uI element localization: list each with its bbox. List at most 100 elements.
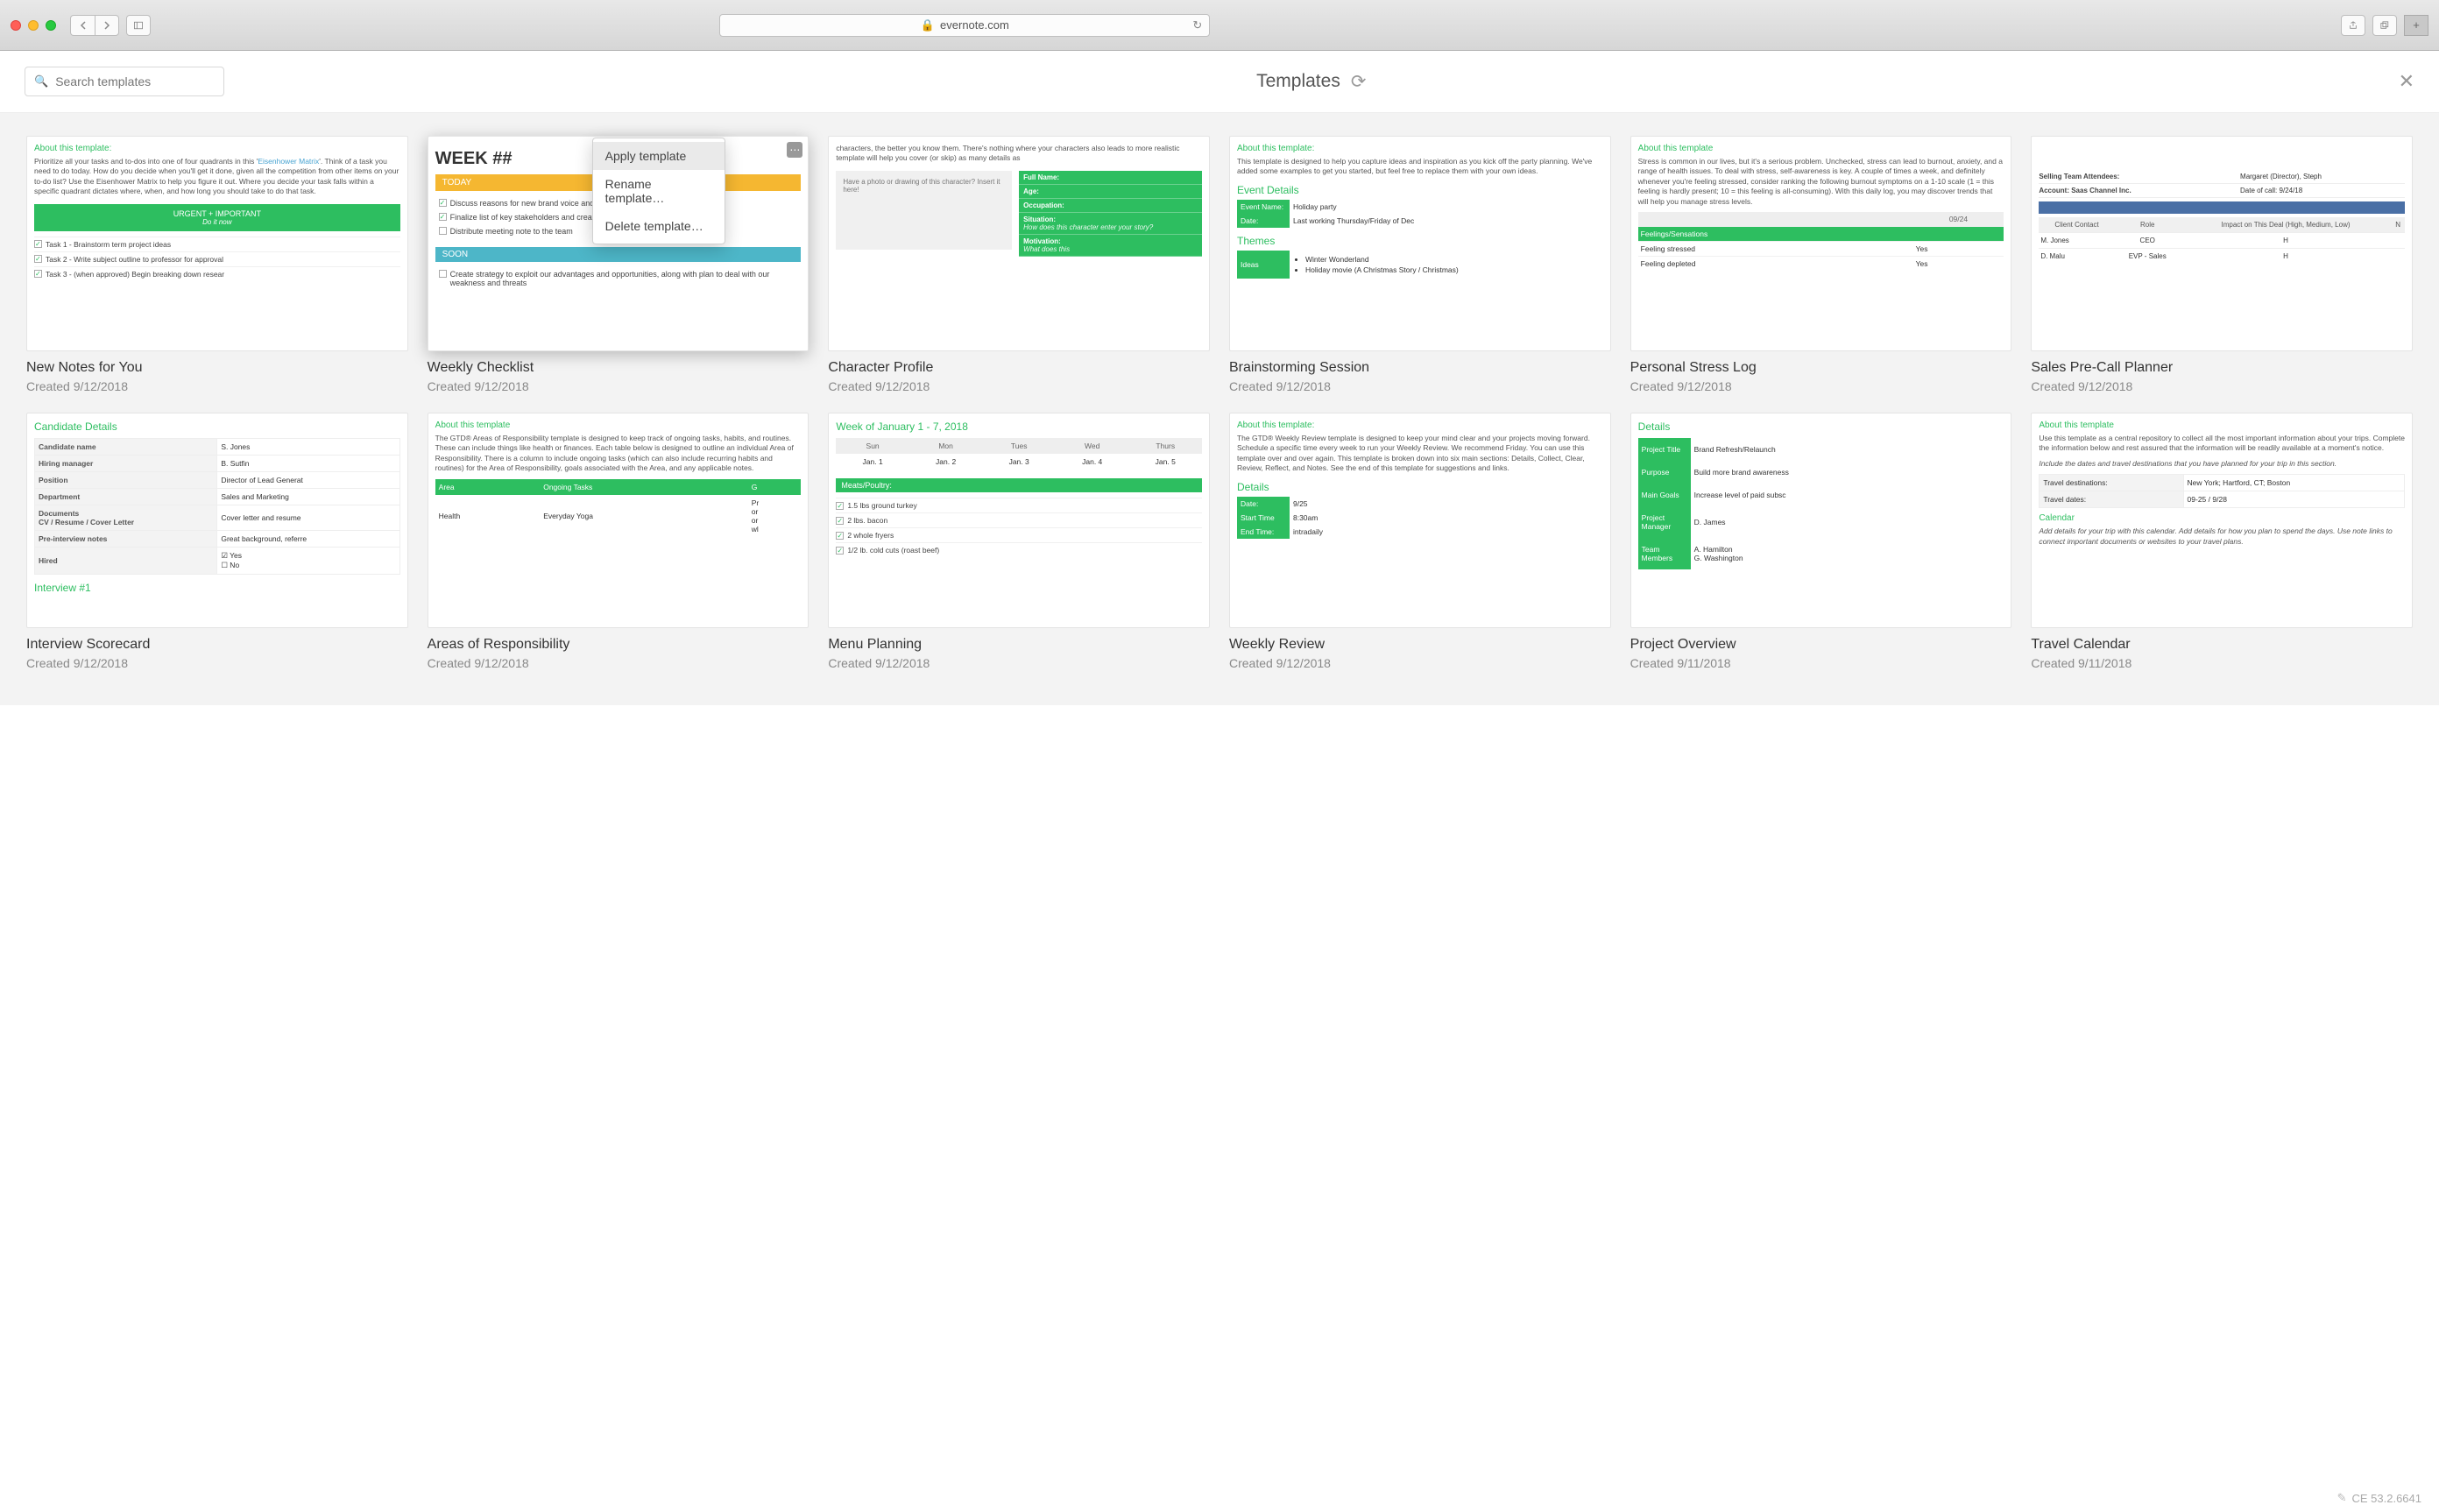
about-text: Use this template as a central repositor… — [2039, 434, 2405, 454]
checkbox-icon — [836, 532, 844, 540]
about-text: This template is designed to help you ca… — [1237, 157, 1603, 177]
menu-apply-template[interactable]: Apply template — [593, 142, 725, 170]
list-item: 1.5 lbs ground turkey — [836, 498, 1202, 512]
table-row: Date:9/25 — [1237, 497, 1603, 511]
template-cell: Candidate Details Candidate nameS. Jones… — [26, 413, 408, 670]
table-row: PurposeBuild more brand awareness — [1638, 461, 2004, 484]
template-date: Created 9/12/2018 — [2031, 379, 2413, 393]
template-card-character-profile[interactable]: characters, the better you know them. Th… — [828, 136, 1210, 351]
table-row: Hiring managerB. Sutfin — [35, 456, 400, 472]
candidate-table: Candidate nameS. Jones Hiring managerB. … — [34, 438, 400, 575]
template-date: Created 9/11/2018 — [1630, 656, 2012, 670]
card-menu-button[interactable]: ⋯ — [787, 142, 802, 158]
template-date: Created 9/11/2018 — [2031, 656, 2413, 670]
reload-icon[interactable]: ↻ — [1192, 18, 1202, 32]
minimize-window-button[interactable] — [28, 20, 39, 31]
event-table: Event Name:Holiday party Date:Last worki… — [1237, 200, 1603, 228]
table-row: Jan. 1Jan. 2Jan. 3Jan. 4Jan. 5 — [836, 454, 1202, 470]
about-heading: About this template — [1638, 144, 2004, 153]
template-cell: About this template The GTD® Areas of Re… — [428, 413, 809, 670]
template-cell: characters, the better you know them. Th… — [828, 136, 1210, 393]
project-table: Project TitleBrand Refresh/Relaunch Purp… — [1638, 438, 2004, 569]
template-title: New Notes for You — [26, 360, 408, 376]
about-heading: About this template: — [1237, 420, 1603, 430]
new-tab-button[interactable]: + — [2404, 15, 2428, 36]
close-window-button[interactable] — [11, 20, 21, 31]
template-cell: About this template: Prioritize all your… — [26, 136, 408, 393]
checkbox-icon — [34, 255, 42, 263]
forward-button[interactable] — [95, 15, 119, 36]
template-title: Brainstorming Session — [1229, 360, 1611, 376]
details-heading: Details — [1237, 481, 1603, 493]
template-card-menu-planning[interactable]: Week of January 1 - 7, 2018 SunMonTuesWe… — [828, 413, 1210, 628]
table-row: End Time:intradaily — [1237, 525, 1603, 539]
template-date: Created 9/12/2018 — [428, 656, 809, 670]
tabs-button[interactable] — [2372, 15, 2397, 36]
sidebar-toggle-button[interactable] — [126, 15, 151, 36]
search-field-wrap[interactable]: 🔍 — [25, 67, 224, 96]
checkbox-icon — [836, 502, 844, 510]
templates-grid-wrap: About this template: Prioritize all your… — [0, 113, 2439, 705]
urgent-bar: URGENT + IMPORTANT Do it now — [34, 204, 400, 231]
calendar-text: Add details for your trip with this cale… — [2039, 526, 2405, 547]
about-heading: About this template: — [1237, 144, 1603, 153]
contacts-table: Client ContactRoleImpact on This Deal (H… — [2039, 217, 2405, 264]
refresh-icon[interactable]: ⟳ — [1351, 71, 1367, 93]
template-title: Weekly Review — [1229, 637, 1611, 653]
table-row: DepartmentSales and Marketing — [35, 489, 400, 505]
template-card-interview-scorecard[interactable]: Candidate Details Candidate nameS. Jones… — [26, 413, 408, 628]
templates-grid: About this template: Prioritize all your… — [26, 136, 2413, 670]
template-card-stress-log[interactable]: About this template Stress is common in … — [1630, 136, 2012, 351]
table-row: Travel destinations:New York; Hartford, … — [2040, 475, 2405, 491]
template-title: Areas of Responsibility — [428, 637, 809, 653]
zoom-window-button[interactable] — [46, 20, 56, 31]
urgent-sub: Do it now — [34, 218, 400, 226]
info-row: Selling Team Attendees:Margaret (Directo… — [2039, 170, 2405, 184]
about-text: The GTD® Areas of Responsibility templat… — [435, 434, 802, 474]
template-card-travel-calendar[interactable]: About this template Use this template as… — [2031, 413, 2413, 628]
template-card-areas-responsibility[interactable]: About this template The GTD® Areas of Re… — [428, 413, 809, 628]
checkbox-icon — [34, 270, 42, 278]
search-icon: 🔍 — [34, 74, 48, 88]
share-button[interactable] — [2341, 15, 2365, 36]
soon-label: SOON — [435, 247, 802, 262]
table-row: D. MaluEVP - SalesH — [2039, 249, 2405, 265]
photo-placeholder: Have a photo or drawing of this characte… — [836, 171, 1011, 250]
table-row: Date:Last working Thursday/Friday of Dec — [1237, 214, 1603, 228]
page-title: Templates ⟳ — [224, 71, 2399, 93]
about-text: characters, the better you know them. Th… — [836, 144, 1202, 164]
about-text: The GTD® Weekly Review template is desig… — [1237, 434, 1603, 474]
template-date: Created 9/12/2018 — [1630, 379, 2012, 393]
character-fields: Full Name: Age: Occupation: Situation:Ho… — [1019, 171, 1202, 257]
table-row: M. JonesCEOH — [2039, 233, 2405, 249]
back-button[interactable] — [70, 15, 95, 36]
search-input[interactable] — [55, 74, 215, 88]
template-cell: ⋯ WEEK ## TODAY Discuss reasons for new … — [428, 136, 809, 393]
template-card-project-overview[interactable]: Details Project TitleBrand Refresh/Relau… — [1630, 413, 2012, 628]
field-row: Situation:How does this character enter … — [1019, 213, 1202, 235]
template-title: Interview Scorecard — [26, 637, 408, 653]
menu-rename-template[interactable]: Rename template… — [593, 170, 725, 212]
checkbox-icon — [439, 213, 447, 221]
template-date: Created 9/12/2018 — [828, 379, 1210, 393]
task-row: Task 1 - Brainstorm term project ideas — [34, 237, 400, 251]
template-card-weekly-review[interactable]: About this template: The GTD® Weekly Rev… — [1229, 413, 1611, 628]
close-icon[interactable]: ✕ — [2399, 70, 2414, 93]
template-cell: About this template: This template is de… — [1229, 136, 1611, 393]
menu-delete-template[interactable]: Delete template… — [593, 212, 725, 240]
template-card-sales-planner[interactable]: Selling Team Attendees:Margaret (Directo… — [2031, 136, 2413, 351]
template-card-new-notes[interactable]: About this template: Prioritize all your… — [26, 136, 408, 351]
table-row: Event Name:Holiday party — [1237, 200, 1603, 214]
address-bar[interactable]: 🔒 evernote.com ↻ — [719, 14, 1210, 37]
template-cell: Selling Team Attendees:Margaret (Directo… — [2031, 136, 2413, 393]
about-heading: About this template — [2039, 420, 2405, 430]
about-heading: About this template — [435, 420, 802, 430]
version-text: CE 53.2.6641 — [2351, 1492, 2421, 1505]
urgent-label: URGENT + IMPORTANT — [34, 209, 400, 218]
areas-table: AreaOngoing TasksG HealthEveryday YogaPr… — [435, 479, 802, 537]
list-item: 1/2 lb. cold cuts (roast beef) — [836, 542, 1202, 557]
info-row: Account: Saas Channel Inc.Date of call: … — [2039, 184, 2405, 198]
task-row: Task 3 - (when approved) Begin breaking … — [34, 266, 400, 281]
table-row: Documents CV / Resume / Cover LetterCove… — [35, 505, 400, 531]
template-card-brainstorming[interactable]: About this template: This template is de… — [1229, 136, 1611, 351]
